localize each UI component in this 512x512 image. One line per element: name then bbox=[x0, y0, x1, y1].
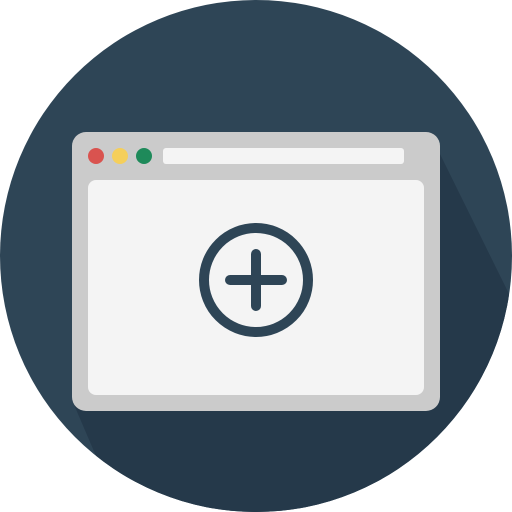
icon-canvas bbox=[0, 0, 512, 512]
minimize-dot-icon bbox=[112, 148, 128, 164]
close-dot-icon bbox=[88, 148, 104, 164]
new-window-icon bbox=[0, 0, 512, 512]
address-bar bbox=[163, 148, 404, 164]
maximize-dot-icon bbox=[136, 148, 152, 164]
